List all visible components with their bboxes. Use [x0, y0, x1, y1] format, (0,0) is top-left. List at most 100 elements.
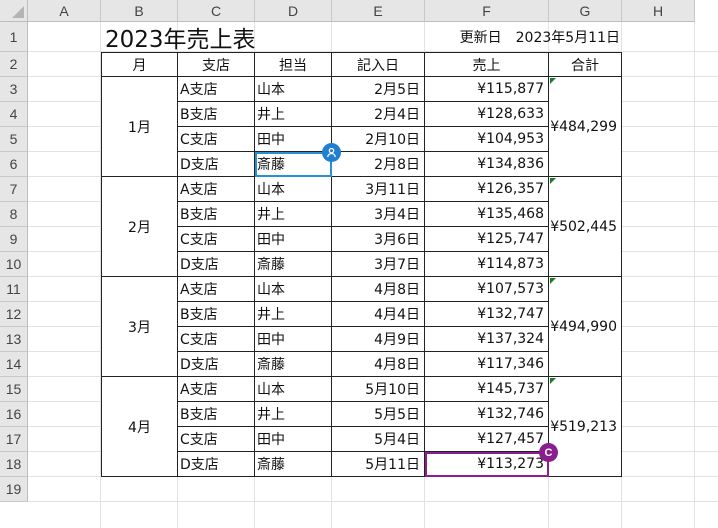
- cell-person[interactable]: 斎藤: [255, 452, 332, 477]
- cell-person[interactable]: 斎藤: [255, 252, 332, 277]
- cell-branch[interactable]: D支店: [178, 152, 255, 177]
- cell-branch[interactable]: B支店: [178, 302, 255, 327]
- row-header-13[interactable]: 13: [0, 327, 28, 352]
- cell-branch[interactable]: A支店: [178, 277, 255, 302]
- cell-date[interactable]: 4月4日: [332, 302, 425, 327]
- row-header-1[interactable]: 1: [0, 22, 28, 52]
- cell-total[interactable]: ¥502,445: [549, 177, 622, 277]
- cell-date[interactable]: 4月9日: [332, 327, 425, 352]
- row-header-12[interactable]: 12: [0, 302, 28, 327]
- cell-date[interactable]: 3月11日: [332, 177, 425, 202]
- cell-person[interactable]: 田中: [255, 327, 332, 352]
- cell-sales[interactable]: ¥115,877: [425, 77, 549, 102]
- cell-sales[interactable]: ¥104,953: [425, 127, 549, 152]
- header-branch[interactable]: 支店: [178, 52, 255, 77]
- row-header-19[interactable]: 19: [0, 477, 28, 502]
- cell-branch[interactable]: A支店: [178, 77, 255, 102]
- header-month[interactable]: 月: [101, 52, 178, 77]
- cell-person[interactable]: 山本: [255, 77, 332, 102]
- header-sales[interactable]: 売上: [425, 52, 549, 77]
- cell-person[interactable]: 山本: [255, 177, 332, 202]
- cell-date[interactable]: 4月8日: [332, 277, 425, 302]
- cell-sales[interactable]: ¥126,357: [425, 177, 549, 202]
- cell-total[interactable]: ¥519,213: [549, 377, 622, 477]
- cell-sales[interactable]: ¥132,746: [425, 402, 549, 427]
- cell-sales[interactable]: ¥137,324: [425, 327, 549, 352]
- column-header-b[interactable]: B: [101, 0, 178, 22]
- header-total[interactable]: 合計: [549, 52, 622, 77]
- row-header-6[interactable]: 6: [0, 152, 28, 177]
- row-header-7[interactable]: 7: [0, 177, 28, 202]
- cell-branch[interactable]: D支店: [178, 252, 255, 277]
- cell-branch[interactable]: B支店: [178, 202, 255, 227]
- cell-branch[interactable]: C支店: [178, 227, 255, 252]
- row-header-18[interactable]: 18: [0, 452, 28, 477]
- column-header-f[interactable]: F: [425, 0, 549, 22]
- cell-sales[interactable]: ¥114,873: [425, 252, 549, 277]
- cell-person[interactable]: 井上: [255, 402, 332, 427]
- cell-sales[interactable]: ¥125,747: [425, 227, 549, 252]
- row-header-16[interactable]: 16: [0, 402, 28, 427]
- cell-branch[interactable]: A支店: [178, 377, 255, 402]
- cell-date[interactable]: 2月10日: [332, 127, 425, 152]
- cell-date[interactable]: 5月5日: [332, 402, 425, 427]
- sheet-title[interactable]: 2023年売上表: [101, 22, 332, 52]
- cell-person[interactable]: 田中: [255, 127, 332, 152]
- cell-month[interactable]: 3月: [101, 277, 178, 377]
- row-header-8[interactable]: 8: [0, 202, 28, 227]
- updated-info[interactable]: 更新日 2023年5月11日: [332, 22, 622, 52]
- cell-sales[interactable]: ¥127,457: [425, 427, 549, 452]
- cell-branch[interactable]: B支店: [178, 402, 255, 427]
- row-header-9[interactable]: 9: [0, 227, 28, 252]
- cell-sales[interactable]: ¥117,346: [425, 352, 549, 377]
- cell-branch[interactable]: C支店: [178, 327, 255, 352]
- cell-branch[interactable]: A支店: [178, 177, 255, 202]
- cell-month[interactable]: 4月: [101, 377, 178, 477]
- cell-sales[interactable]: ¥135,468: [425, 202, 549, 227]
- column-header-g[interactable]: G: [549, 0, 622, 22]
- cell-sales[interactable]: ¥145,737: [425, 377, 549, 402]
- cell-person[interactable]: 井上: [255, 102, 332, 127]
- cell-date[interactable]: 5月10日: [332, 377, 425, 402]
- cell-total[interactable]: ¥484,299: [549, 77, 622, 177]
- cell-person[interactable]: 井上: [255, 202, 332, 227]
- cell-branch[interactable]: D支店: [178, 452, 255, 477]
- cell-branch[interactable]: D支店: [178, 352, 255, 377]
- row-header-2[interactable]: 2: [0, 52, 28, 77]
- column-header-h[interactable]: H: [622, 0, 695, 22]
- person-icon[interactable]: [322, 143, 341, 162]
- row-header-5[interactable]: 5: [0, 127, 28, 152]
- row-header-15[interactable]: 15: [0, 377, 28, 402]
- collaborator-c-badge[interactable]: C: [539, 443, 558, 462]
- cell-date[interactable]: 3月7日: [332, 252, 425, 277]
- cell-sales[interactable]: ¥128,633: [425, 102, 549, 127]
- cell-date[interactable]: 5月11日: [332, 452, 425, 477]
- row-header-3[interactable]: 3: [0, 77, 28, 102]
- cell-date[interactable]: 3月4日: [332, 202, 425, 227]
- row-header-17[interactable]: 17: [0, 427, 28, 452]
- header-date[interactable]: 記入日: [332, 52, 425, 77]
- cell-person[interactable]: 井上: [255, 302, 332, 327]
- header-person[interactable]: 担当: [255, 52, 332, 77]
- cell-person[interactable]: 斎藤: [255, 352, 332, 377]
- cell-branch[interactable]: B支店: [178, 102, 255, 127]
- row-header-14[interactable]: 14: [0, 352, 28, 377]
- column-header-d[interactable]: D: [255, 0, 332, 22]
- column-header-c[interactable]: C: [178, 0, 255, 22]
- cell-date[interactable]: 4月8日: [332, 352, 425, 377]
- select-all-corner[interactable]: [0, 0, 28, 22]
- row-header-11[interactable]: 11: [0, 277, 28, 302]
- cell-branch[interactable]: C支店: [178, 127, 255, 152]
- cell-person[interactable]: 山本: [255, 377, 332, 402]
- cell-date[interactable]: 2月8日: [332, 152, 425, 177]
- cell-branch[interactable]: C支店: [178, 427, 255, 452]
- column-header-e[interactable]: E: [332, 0, 425, 22]
- row-header-4[interactable]: 4: [0, 102, 28, 127]
- column-header-a[interactable]: A: [28, 0, 101, 22]
- cell-date[interactable]: 5月4日: [332, 427, 425, 452]
- cell-person[interactable]: 田中: [255, 427, 332, 452]
- row-header-10[interactable]: 10: [0, 252, 28, 277]
- cell-date[interactable]: 2月5日: [332, 77, 425, 102]
- cell-sales[interactable]: ¥132,747: [425, 302, 549, 327]
- cell-month[interactable]: 2月: [101, 177, 178, 277]
